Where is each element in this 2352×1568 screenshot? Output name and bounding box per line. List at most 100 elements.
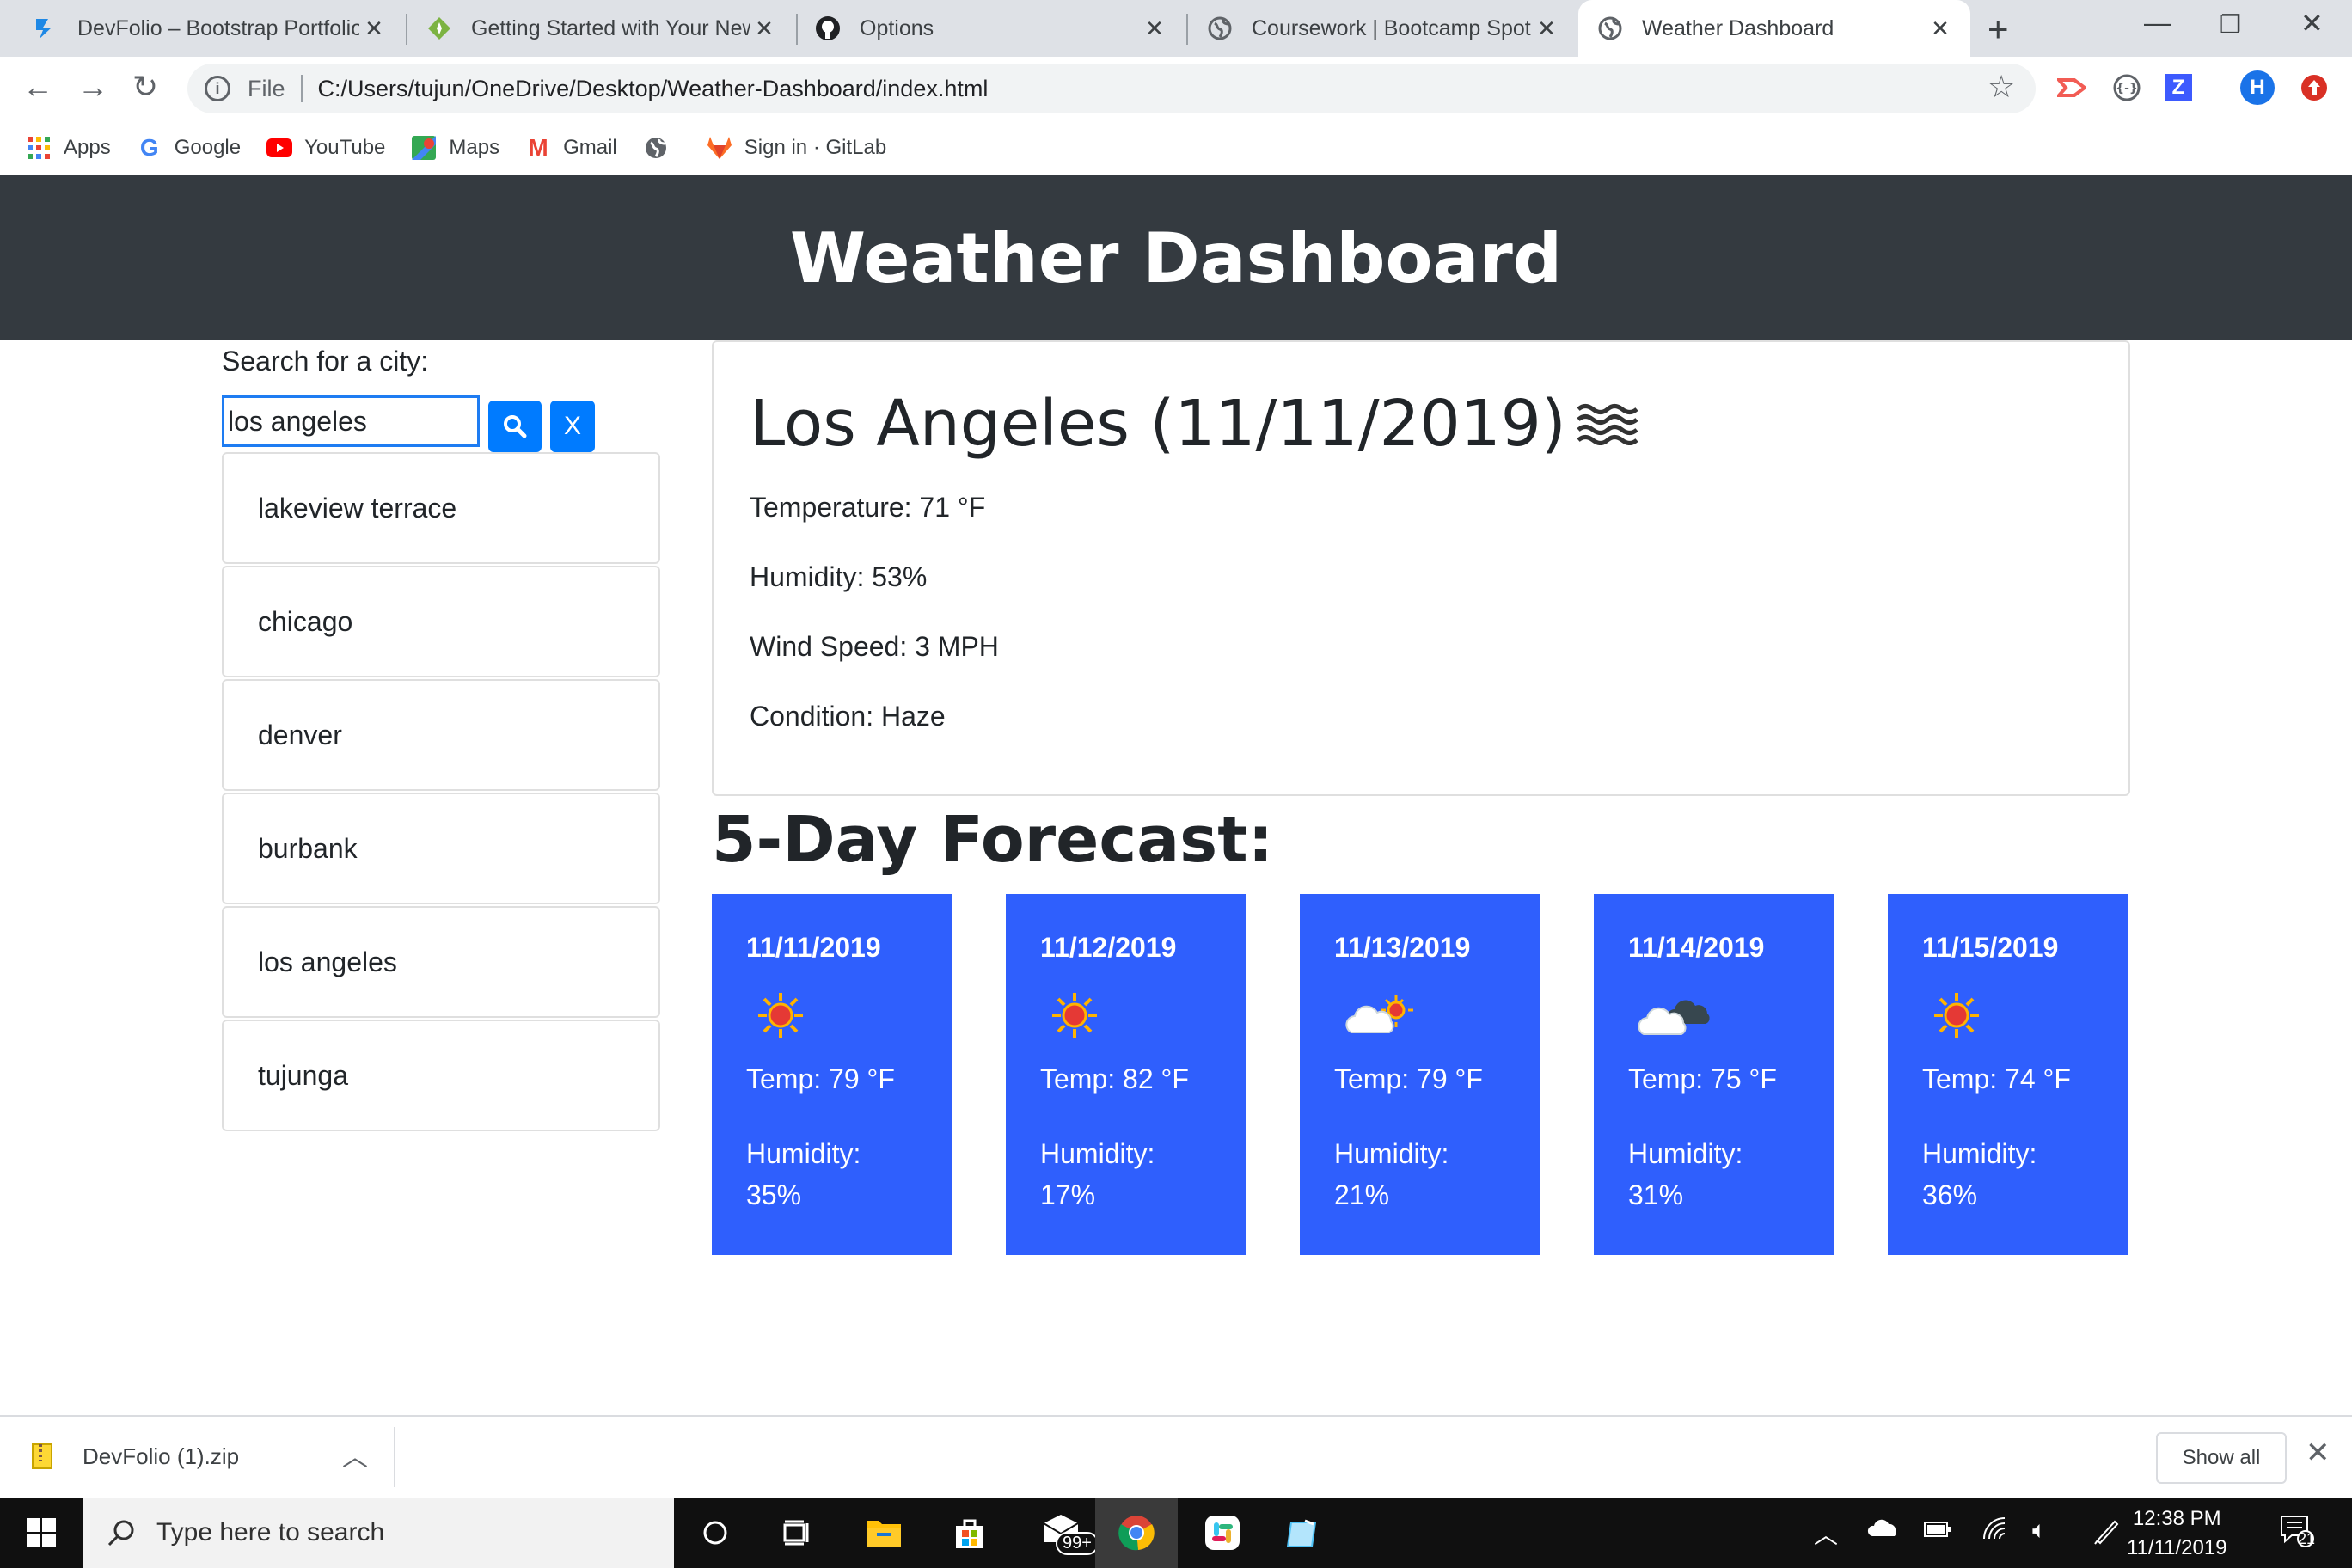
- history-item[interactable]: denver: [222, 679, 660, 791]
- info-icon[interactable]: i: [205, 76, 230, 101]
- bookmark-label: Sign in · GitLab: [744, 136, 887, 159]
- tab-options[interactable]: Options ✕: [798, 0, 1185, 57]
- cortana-icon: [703, 1521, 727, 1545]
- city-search-input[interactable]: [222, 395, 480, 447]
- tab-weather-dashboard[interactable]: Weather Dashboard ✕: [1578, 0, 1970, 57]
- chevron-up-icon[interactable]: ︿: [1814, 1516, 1838, 1551]
- bookmark-apps[interactable]: Apps: [26, 135, 111, 161]
- cortana-button[interactable]: [674, 1498, 756, 1568]
- search-history-list: lakeview terrace chicago denver burbank …: [222, 452, 660, 1133]
- bookmark-label: Google: [174, 136, 242, 159]
- minimize-button[interactable]: —: [2144, 7, 2171, 39]
- tab-devfolio[interactable]: DevFolio – Bootstrap Portfolio ✕: [0, 0, 404, 57]
- file-explorer-button[interactable]: [842, 1498, 925, 1568]
- window-close-button[interactable]: ✕: [2300, 7, 2324, 40]
- tab-title: Options: [860, 15, 934, 40]
- bookmark-gitlab[interactable]: Sign in · GitLab: [707, 135, 886, 161]
- task-view-button[interactable]: [756, 1498, 839, 1568]
- bookmark-label: Gmail: [563, 136, 617, 159]
- extension-cast-icon[interactable]: [2055, 70, 2089, 105]
- history-item[interactable]: los angeles: [222, 906, 660, 1018]
- search-icon: [107, 1520, 134, 1547]
- search-icon: [504, 415, 527, 438]
- extension-z-icon[interactable]: Z: [2165, 74, 2192, 101]
- show-all-button[interactable]: Show all: [2156, 1432, 2287, 1484]
- svg-text:{-}: {-}: [2116, 82, 2138, 95]
- notification-center-icon[interactable]: 21: [2278, 1513, 2316, 1553]
- globe-icon: [1207, 15, 1233, 41]
- zip-file-icon: [32, 1443, 52, 1469]
- forecast-temp: Temp: 74 °F: [1922, 1063, 2071, 1094]
- history-item[interactable]: tujunga: [222, 1020, 660, 1131]
- forecast-humidity: Humidity: 35%: [746, 1138, 861, 1210]
- history-item[interactable]: chicago: [222, 566, 660, 677]
- close-icon[interactable]: ✕: [359, 15, 389, 42]
- back-button[interactable]: ←: [22, 69, 53, 105]
- chevron-up-icon[interactable]: ︿: [342, 1436, 368, 1473]
- bookmark-maps[interactable]: Maps: [411, 135, 499, 161]
- forecast-card: 11/15/2019 Temp: 74 °F Humidity: 36%: [1888, 894, 2128, 1255]
- address-scheme: File: [248, 75, 285, 101]
- history-item[interactable]: burbank: [222, 793, 660, 904]
- reload-button[interactable]: ↻: [132, 69, 158, 105]
- download-divider: [394, 1427, 395, 1487]
- clear-history-button[interactable]: X: [550, 401, 595, 452]
- tab-gitlab-getting-started[interactable]: Getting Started with Your New ✕: [407, 0, 794, 57]
- apps-grid-icon: [26, 135, 52, 161]
- address-bar[interactable]: i File C:/Users/tujun/OneDrive/Desktop/W…: [187, 64, 2036, 113]
- mail-button[interactable]: 99+: [1023, 1498, 1106, 1568]
- battery-icon[interactable]: [1924, 1516, 1951, 1544]
- forecast-card: 11/14/2019 Temp: 75 °F Humidity: 31%: [1594, 894, 1834, 1255]
- close-icon[interactable]: ✕: [750, 15, 779, 42]
- restore-button[interactable]: ❐: [2220, 10, 2241, 39]
- chrome-icon: [1118, 1516, 1155, 1551]
- profile-avatar[interactable]: H: [2240, 70, 2275, 105]
- notepad-icon: [1286, 1519, 1317, 1547]
- volume-icon[interactable]: 🔈︎: [2032, 1516, 2047, 1545]
- maps-icon: [411, 135, 437, 161]
- tab-title: Coursework | Bootcamp Spot: [1252, 15, 1531, 40]
- store-button[interactable]: [928, 1498, 1011, 1568]
- update-icon[interactable]: [2297, 70, 2331, 105]
- history-item[interactable]: lakeview terrace: [222, 452, 660, 564]
- tab-coursework[interactable]: Coursework | Bootcamp Spot ✕: [1188, 0, 1577, 57]
- youtube-icon: [266, 135, 293, 161]
- bookmark-google[interactable]: G Google: [137, 134, 242, 161]
- globe-icon: [1597, 15, 1623, 41]
- bookmarks-bar: Apps G Google YouTube Maps M Gmail Sign …: [0, 120, 2352, 175]
- search-button[interactable]: [488, 401, 542, 452]
- pen-icon[interactable]: [2092, 1516, 2122, 1552]
- partly-cloudy-icon: [1343, 972, 1540, 1058]
- close-icon[interactable]: ✕: [1140, 15, 1169, 42]
- page-header: Weather Dashboard: [0, 175, 2352, 340]
- close-icon[interactable]: ✕: [1926, 15, 1955, 42]
- bookmark-label: Apps: [64, 136, 111, 159]
- bookmark-star-icon[interactable]: ☆: [1988, 69, 2015, 105]
- new-tab-button[interactable]: +: [1988, 9, 2009, 50]
- bookmark-youtube[interactable]: YouTube: [266, 135, 385, 161]
- store-icon: [956, 1519, 983, 1548]
- forecast-row: 11/11/2019 Temp: 79 °F Humidity: 35% 11/…: [712, 894, 2130, 1255]
- close-icon[interactable]: ✕: [1532, 15, 1561, 42]
- slack-taskbar-button[interactable]: [1181, 1498, 1264, 1568]
- notepad-taskbar-button[interactable]: [1262, 1498, 1344, 1568]
- taskbar-search[interactable]: Type here to search: [83, 1498, 674, 1568]
- forward-button[interactable]: →: [77, 69, 108, 105]
- chrome-taskbar-button[interactable]: [1095, 1498, 1178, 1568]
- download-item[interactable]: DevFolio (1).zip: [31, 1442, 239, 1470]
- start-button[interactable]: [0, 1498, 83, 1568]
- forecast-date: 11/13/2019: [1334, 932, 1471, 963]
- forecast-date: 11/15/2019: [1922, 932, 2059, 963]
- bookmark-gmail[interactable]: M Gmail: [525, 134, 617, 161]
- current-wind-speed: Wind Speed: 3 MPH: [750, 631, 999, 662]
- download-bar: DevFolio (1).zip ︿ Show all ✕: [0, 1415, 2352, 1498]
- onedrive-icon[interactable]: [1867, 1516, 1898, 1544]
- wifi-icon[interactable]: [1982, 1516, 2008, 1547]
- system-clock[interactable]: 12:38 PM 11/11/2019: [2127, 1504, 2227, 1563]
- extension-code-icon[interactable]: {-}: [2110, 70, 2144, 105]
- gitlab-diamond-icon: [426, 15, 452, 41]
- bookmark-globe[interactable]: [643, 135, 681, 161]
- search-label: Search for a city:: [222, 346, 429, 377]
- close-icon[interactable]: ✕: [2306, 1436, 2331, 1470]
- globe-icon: [643, 135, 669, 161]
